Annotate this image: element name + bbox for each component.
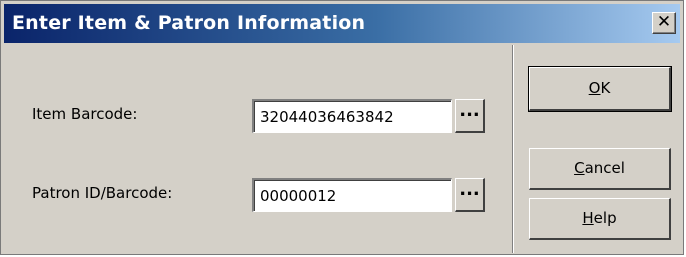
cancel-label-rest: ancel (584, 159, 625, 177)
close-button[interactable]: ✕ (652, 12, 676, 34)
window-title: Enter Item & Patron Information (12, 12, 366, 34)
patron-barcode-label: Patron ID/Barcode: (32, 184, 173, 202)
ok-label-rest: K (600, 79, 611, 97)
ellipsis-icon: ... (459, 100, 480, 121)
ok-mnemonic: O (588, 79, 601, 97)
item-barcode-input[interactable]: 32044036463842 (252, 99, 452, 133)
patron-barcode-input[interactable]: 00000012 (252, 178, 452, 212)
close-icon: ✕ (656, 12, 672, 32)
help-label-rest: elp (593, 209, 617, 227)
item-barcode-browse-button[interactable]: ... (455, 99, 485, 133)
help-mnemonic: H (582, 209, 594, 227)
vertical-divider (512, 45, 514, 253)
dialog-window: Enter Item & Patron Information ✕ Item B… (0, 0, 684, 255)
help-button[interactable]: Help (529, 198, 671, 240)
item-barcode-label: Item Barcode: (32, 105, 138, 123)
cancel-button[interactable]: Cancel (529, 148, 671, 190)
ellipsis-icon: ... (459, 179, 480, 200)
patron-barcode-browse-button[interactable]: ... (455, 178, 485, 212)
ok-button[interactable]: OK (528, 66, 672, 112)
title-bar[interactable]: Enter Item & Patron Information ✕ (4, 4, 680, 43)
cancel-mnemonic: C (574, 159, 585, 177)
